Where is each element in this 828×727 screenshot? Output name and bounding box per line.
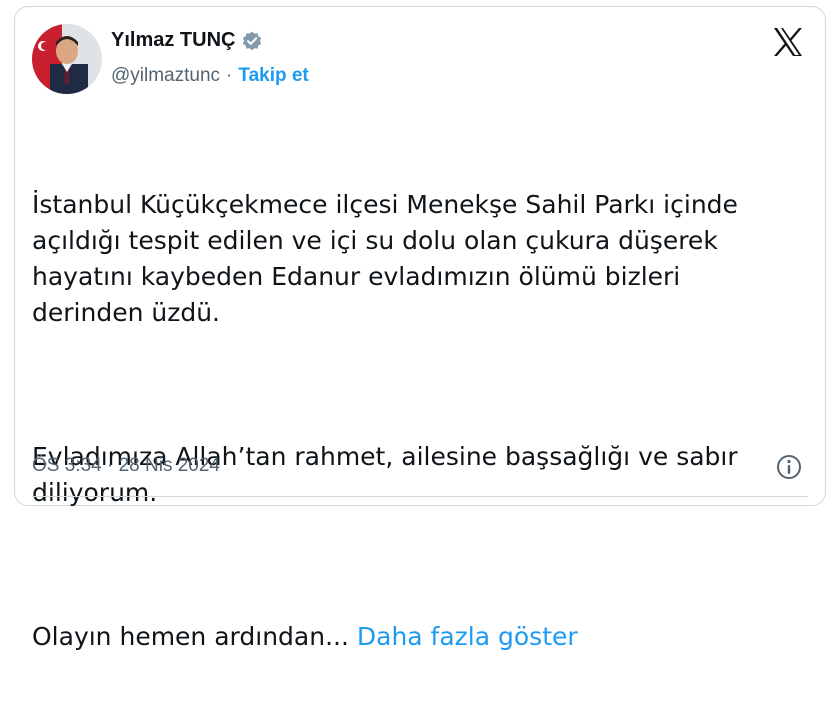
show-more-link[interactable]: Daha fazla göster bbox=[357, 622, 578, 651]
x-logo-icon[interactable] bbox=[771, 25, 805, 59]
separator-dot: · bbox=[226, 65, 233, 86]
tweet-card: Yılmaz TUNÇ @yilmaztunc · Takip et İstan… bbox=[14, 6, 826, 651]
tweet-text: İstanbul Küçükçekmece ilçesi Menekşe Sah… bbox=[32, 115, 792, 727]
follow-button[interactable]: Takip et bbox=[238, 65, 308, 87]
info-icon[interactable] bbox=[775, 453, 803, 481]
author-name[interactable]: Yılmaz TUNÇ bbox=[111, 29, 235, 52]
tweet-paragraph-1: İstanbul Küçükçekmece ilçesi Menekşe Sah… bbox=[32, 190, 738, 327]
author-name-row: Yılmaz TUNÇ bbox=[111, 29, 263, 52]
author-handle-row: @yilmaztunc · Takip et bbox=[111, 65, 309, 87]
avatar-image bbox=[32, 24, 102, 94]
tweet-timestamp[interactable]: ÖS 3:34 · 28 Nis 2024 bbox=[32, 455, 220, 477]
avatar[interactable] bbox=[32, 24, 102, 94]
tweet-paragraph-3: Olayın hemen ardından... Daha fazla göst… bbox=[32, 619, 792, 655]
truncated-text: Olayın hemen ardından... bbox=[32, 622, 357, 651]
verified-badge-icon bbox=[241, 30, 263, 52]
author-handle[interactable]: @yilmaztunc bbox=[111, 65, 220, 87]
